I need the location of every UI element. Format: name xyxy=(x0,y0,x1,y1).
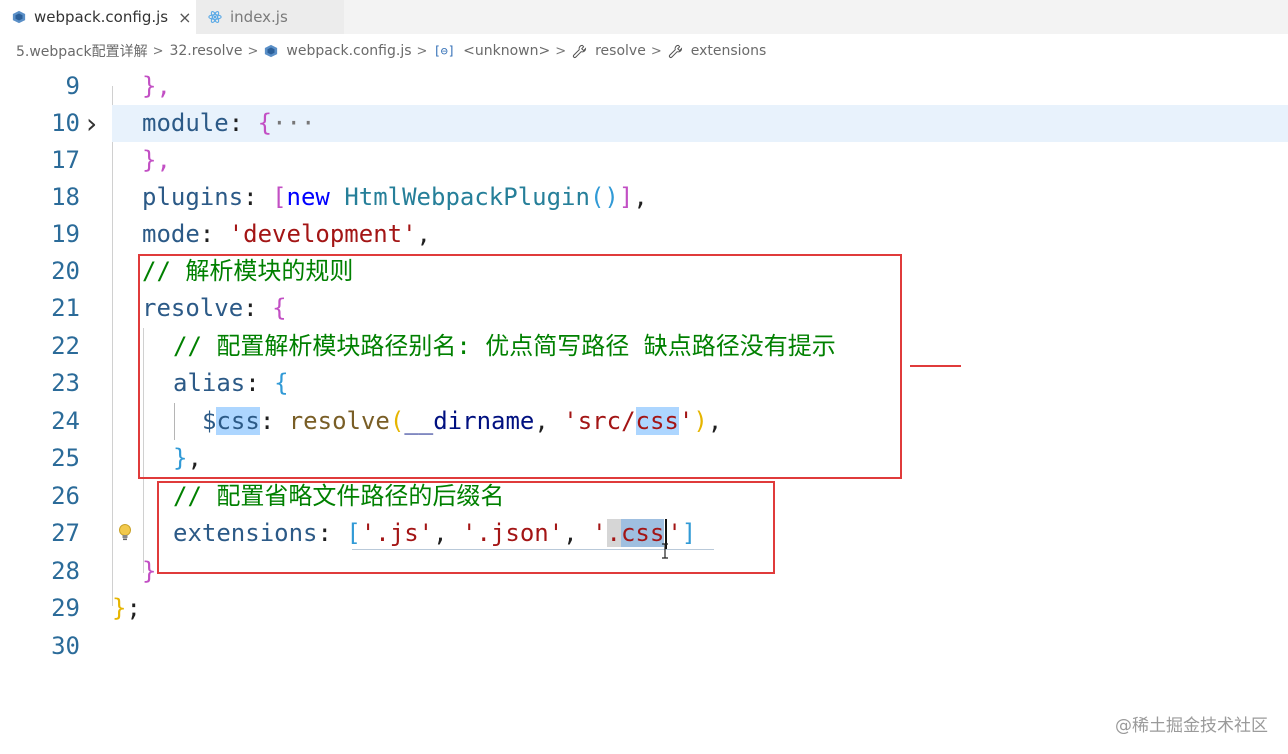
token: HtmlWebpackPlugin xyxy=(344,183,590,211)
chevron-right-icon: > xyxy=(650,43,662,59)
close-icon[interactable]: × xyxy=(178,8,191,27)
code-line[interactable]: 9 }, xyxy=(0,68,1288,105)
token: ; xyxy=(126,594,141,622)
line-number: 23 xyxy=(51,369,80,397)
annotation-underline xyxy=(910,365,961,367)
line-number: 28 xyxy=(51,557,80,585)
token: () xyxy=(589,183,619,211)
tab-label: index.js xyxy=(230,8,288,26)
token: : xyxy=(228,109,258,137)
code-line[interactable]: 18 plugins: [new HtmlWebpackPlugin()], xyxy=(0,179,1288,216)
code-text: } xyxy=(142,553,156,590)
token: ] xyxy=(618,183,634,211)
chevron-right-icon: > xyxy=(247,43,259,59)
collapsed-ellipsis[interactable]: ··· xyxy=(272,109,315,137)
breadcrumb-resolve[interactable]: resolve xyxy=(572,43,646,59)
line-number: 17 xyxy=(51,146,80,174)
token: : xyxy=(243,183,273,211)
webpack-cube-icon xyxy=(265,44,278,58)
tab-webpack-config[interactable]: webpack.config.js × xyxy=(0,0,196,34)
line-number: 30 xyxy=(51,632,80,660)
code-text: }; xyxy=(112,590,141,627)
chevron-right-icon: > xyxy=(416,43,428,59)
chevron-right-icon: > xyxy=(152,43,164,59)
token: [ xyxy=(272,183,287,211)
watermark: @稀土掘金技术社区 xyxy=(1115,716,1268,736)
breadcrumb-folder-resolve[interactable]: 32.resolve xyxy=(169,43,242,59)
breadcrumb-folder-webpack[interactable]: 5.webpack配置详解 xyxy=(16,41,148,61)
token: plugins xyxy=(142,183,244,211)
lightbulb-icon[interactable] xyxy=(118,523,132,543)
line-number: 22 xyxy=(51,332,80,360)
line-number: 29 xyxy=(51,594,80,622)
breadcrumb-label: 32.resolve xyxy=(169,43,243,59)
token: }, xyxy=(142,72,171,100)
code-line[interactable]: 30 xyxy=(0,628,1288,665)
tab-index-js[interactable]: index.js xyxy=(196,0,344,34)
wrench-icon xyxy=(573,44,587,58)
breadcrumb-label: resolve xyxy=(595,43,646,59)
breadcrumb-label: extensions xyxy=(690,43,767,59)
token: : xyxy=(199,220,229,248)
line-number: 10 xyxy=(51,109,80,137)
react-atom-icon xyxy=(208,11,222,23)
line-number: 21 xyxy=(51,294,80,322)
code-editor[interactable]: 9 }, 10 › module: {··· 17 }, 18 plugins:… xyxy=(0,68,1288,754)
code-text: }, xyxy=(142,68,171,105)
line-number: 9 xyxy=(65,72,80,100)
token: module xyxy=(142,109,229,137)
token: } xyxy=(142,557,157,585)
breadcrumb-unknown[interactable]: [⊖] <unknown> xyxy=(433,43,550,59)
tab-label: webpack.config.js xyxy=(34,8,169,26)
fold-chevron-icon[interactable]: › xyxy=(86,105,97,142)
code-text: }, xyxy=(142,142,171,179)
line-number: 27 xyxy=(51,519,80,547)
variable-icon: [⊖] xyxy=(433,44,456,58)
token: , xyxy=(633,183,648,211)
code-text: plugins: [new HtmlWebpackPlugin()], xyxy=(142,179,648,216)
code-text: module: {··· xyxy=(142,105,315,142)
line-number: 24 xyxy=(51,407,80,435)
breadcrumb-file[interactable]: webpack.config.js xyxy=(264,43,412,59)
token: { xyxy=(257,109,273,137)
token: } xyxy=(112,594,127,622)
token: , xyxy=(416,220,431,248)
code-line[interactable]: 10 › module: {··· xyxy=(0,105,1288,142)
chevron-right-icon: > xyxy=(555,43,567,59)
tab-bar: webpack.config.js × index.js xyxy=(0,0,1288,34)
token: mode xyxy=(142,220,200,248)
code-line[interactable]: 19 mode: 'development', xyxy=(0,216,1288,253)
token: 'development' xyxy=(228,220,417,248)
annotation-box-extensions xyxy=(157,481,775,574)
line-number: 26 xyxy=(51,482,80,510)
code-line[interactable]: 17 }, xyxy=(0,142,1288,179)
code-line[interactable]: 29 }; xyxy=(0,590,1288,627)
breadcrumb-label: webpack.config.js xyxy=(286,43,412,59)
breadcrumb-label: 5.webpack配置详解 xyxy=(16,44,148,60)
token: new xyxy=(286,183,345,211)
token: }, xyxy=(142,146,171,174)
breadcrumb-label: <unknown> xyxy=(463,43,551,59)
breadcrumb-extensions[interactable]: extensions xyxy=(668,43,767,59)
annotation-box-resolve xyxy=(138,254,902,479)
wrench-icon xyxy=(668,44,682,58)
webpack-cube-icon xyxy=(12,10,26,24)
line-number: 18 xyxy=(51,183,80,211)
line-number: 25 xyxy=(51,444,80,472)
code-text: mode: 'development', xyxy=(142,216,431,253)
breadcrumb: 5.webpack配置详解 > 32.resolve > webpack.con… xyxy=(0,34,1288,68)
line-number: 20 xyxy=(51,257,80,285)
line-number: 19 xyxy=(51,220,80,248)
